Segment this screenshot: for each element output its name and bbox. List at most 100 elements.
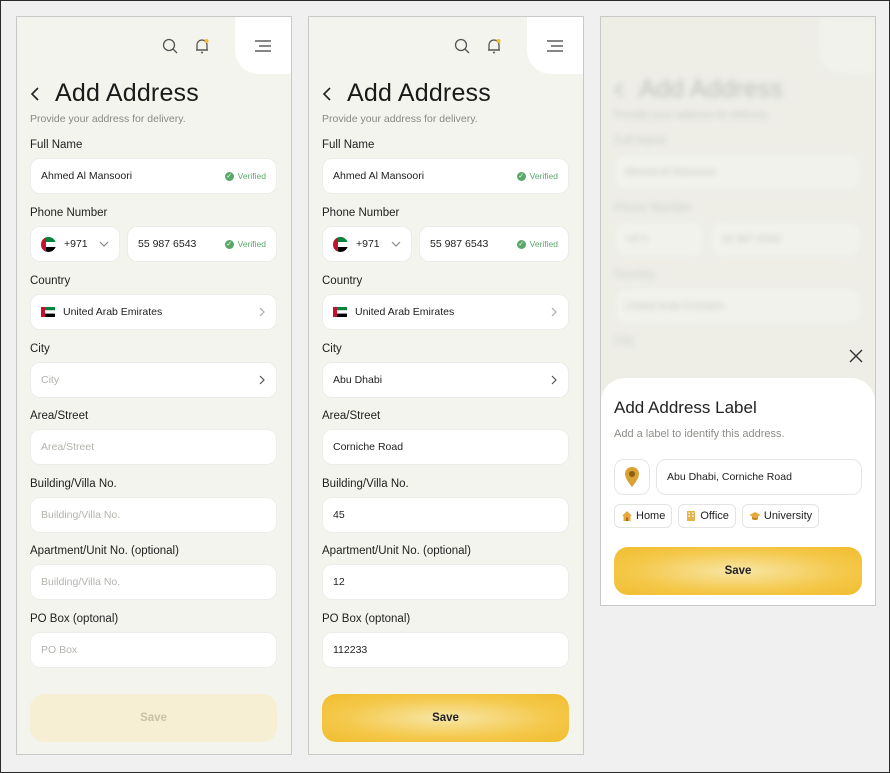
bell-icon[interactable] xyxy=(485,37,503,55)
country-select[interactable]: United Arab Emirates xyxy=(30,294,277,330)
graduation-cap-icon xyxy=(749,512,761,521)
check-icon: ✓ xyxy=(224,239,234,249)
area-label: Area/Street xyxy=(30,410,89,422)
city-select[interactable]: Abu Dhabi xyxy=(322,362,569,398)
pobox-input[interactable]: 112233 xyxy=(322,632,569,668)
chip-office[interactable]: Office xyxy=(678,504,736,528)
address-field[interactable]: Abu Dhabi, Corniche Road xyxy=(656,459,862,495)
verified-badge: ✓ Verified xyxy=(224,239,266,249)
apartment-value: 12 xyxy=(333,576,345,588)
phone-number-field[interactable]: 55 987 6543 ✓ Verified xyxy=(419,226,569,262)
apartment-input[interactable]: Building/Villa No. xyxy=(30,564,277,600)
building-input[interactable]: Building/Villa No. xyxy=(30,497,277,533)
pobox-placeholder: PO Box xyxy=(41,644,78,656)
building-value: 45 xyxy=(333,509,345,521)
country-value: United Arab Emirates xyxy=(355,306,455,318)
full-name-label: Full Name xyxy=(322,139,375,151)
check-icon: ✓ xyxy=(516,239,526,249)
back-chevron-icon[interactable] xyxy=(321,85,333,103)
apartment-input[interactable]: 12 xyxy=(322,564,569,600)
header-actions xyxy=(161,37,211,55)
pobox-label: PO Box (optonal) xyxy=(322,613,411,625)
add-address-label-screen: Add Address Provide your address for del… xyxy=(600,16,876,606)
back-chevron-icon[interactable] xyxy=(29,85,41,103)
chevron-down-icon xyxy=(391,241,401,247)
country-code-select[interactable]: +971 xyxy=(322,226,412,262)
phone-label: Phone Number xyxy=(322,207,400,219)
verified-badge: ✓ Verified xyxy=(224,171,266,181)
building-icon xyxy=(687,511,696,521)
bell-icon[interactable] xyxy=(193,37,211,55)
full-name-field[interactable]: Ahmed Al Mansoori ✓ Verified xyxy=(322,158,569,194)
city-label: City xyxy=(30,343,50,355)
chip-home-label: Home xyxy=(636,510,666,522)
apartment-label: Apartment/Unit No. (optional) xyxy=(30,545,179,557)
area-input[interactable]: Area/Street xyxy=(30,429,277,465)
country-label: Country xyxy=(322,275,363,287)
full-name-field[interactable]: Ahmed Al Mansoori ✓ Verified xyxy=(30,158,277,194)
area-input[interactable]: Corniche Road xyxy=(322,429,569,465)
uae-flag-icon xyxy=(41,307,55,317)
city-select[interactable]: City xyxy=(30,362,277,398)
location-pin-icon xyxy=(625,467,639,487)
add-address-screen-empty: Add Address Provide your address for del… xyxy=(16,16,292,755)
chip-university[interactable]: University xyxy=(741,504,820,528)
chevron-right-icon xyxy=(551,375,557,385)
apartment-label: Apartment/Unit No. (optional) xyxy=(322,545,471,557)
page-title: Add Address xyxy=(347,79,491,107)
verified-text: Verified xyxy=(237,239,266,249)
page-subtitle: Provide your address for delivery. xyxy=(30,113,186,125)
country-label: Country xyxy=(30,275,71,287)
area-label: Area/Street xyxy=(322,410,381,422)
verified-text: Verified xyxy=(237,171,266,181)
check-icon: ✓ xyxy=(224,171,234,181)
search-icon[interactable] xyxy=(453,37,471,55)
phone-number-value: 55 987 6543 xyxy=(138,238,197,250)
chevron-down-icon xyxy=(99,241,109,247)
building-label: Building/Villa No. xyxy=(30,478,117,490)
building-placeholder: Building/Villa No. xyxy=(41,509,121,521)
building-input[interactable]: 45 xyxy=(322,497,569,533)
location-pin-box xyxy=(614,459,650,495)
city-label: City xyxy=(322,343,342,355)
country-code-select[interactable]: +971 xyxy=(30,226,120,262)
label-chips: Home Office University xyxy=(614,504,820,528)
menu-icon xyxy=(255,39,271,52)
full-name-label: Full Name xyxy=(30,139,83,151)
area-value: Corniche Road xyxy=(333,441,404,453)
verified-badge: ✓ Verified xyxy=(516,171,558,181)
pobox-input[interactable]: PO Box xyxy=(30,632,277,668)
add-address-screen-filled: Add Address Provide your address for del… xyxy=(308,16,584,755)
save-button[interactable]: Save xyxy=(322,694,569,742)
chip-office-label: Office xyxy=(700,510,729,522)
address-label-sheet: Add Address Label Add a label to identif… xyxy=(601,378,875,605)
country-select[interactable]: United Arab Emirates xyxy=(322,294,569,330)
close-icon[interactable] xyxy=(849,349,863,363)
chevron-right-icon xyxy=(259,375,265,385)
chip-home[interactable]: Home xyxy=(614,504,673,528)
pobox-value: 112233 xyxy=(333,644,368,656)
uae-flag-icon xyxy=(41,236,56,252)
verified-text: Verified xyxy=(529,239,558,249)
sheet-title: Add Address Label xyxy=(614,398,757,417)
sheet-save-button[interactable]: Save xyxy=(614,547,862,595)
full-name-value: Ahmed Al Mansoori xyxy=(41,170,133,182)
uae-flag-icon xyxy=(333,307,347,317)
verified-badge: ✓ Verified xyxy=(516,239,558,249)
sheet-subtitle: Add a label to identify this address. xyxy=(614,428,785,440)
phone-number-field[interactable]: 55 987 6543 ✓ Verified xyxy=(127,226,277,262)
house-icon xyxy=(622,511,632,521)
menu-icon xyxy=(547,39,563,52)
country-value: United Arab Emirates xyxy=(63,306,163,318)
menu-button[interactable] xyxy=(235,17,291,74)
pobox-label: PO Box (optonal) xyxy=(30,613,119,625)
chip-university-label: University xyxy=(763,510,813,522)
menu-button[interactable] xyxy=(527,17,583,74)
search-icon[interactable] xyxy=(161,37,179,55)
phone-number-value: 55 987 6543 xyxy=(430,238,489,250)
building-label: Building/Villa No. xyxy=(322,478,409,490)
uae-flag-icon xyxy=(333,236,348,252)
save-button-disabled[interactable]: Save xyxy=(30,694,277,742)
chevron-right-icon xyxy=(259,307,265,317)
page-subtitle: Provide your address for delivery. xyxy=(322,113,478,125)
